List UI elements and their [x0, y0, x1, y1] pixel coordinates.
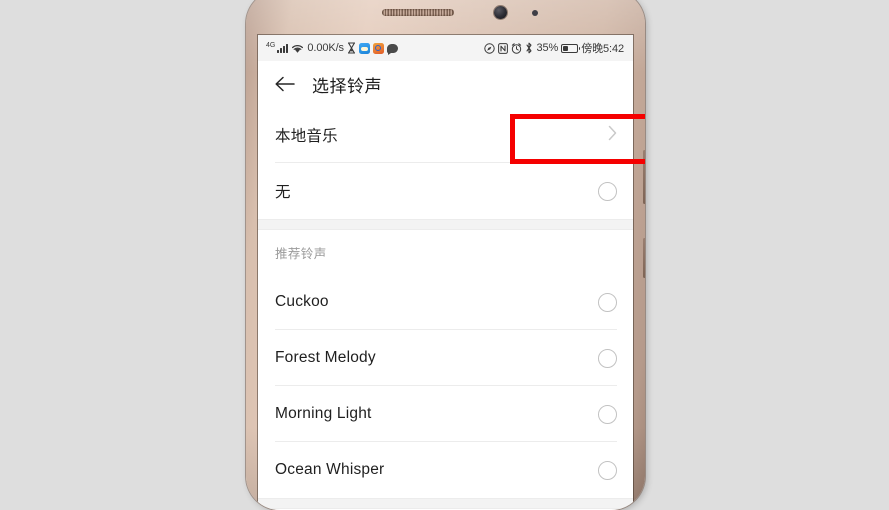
alarm-clock-icon: [511, 42, 522, 54]
section-header-recommended: 推荐铃声: [258, 230, 633, 274]
list-item-ringtone[interactable]: Morning Light: [258, 386, 633, 442]
ringtone-label: Morning Light: [275, 405, 372, 422]
battery-percent-label: 35%: [536, 42, 559, 54]
radio-button-ringtone[interactable]: [598, 460, 617, 480]
ringtone-label: Forest Melody: [275, 349, 376, 366]
bluetooth-icon: [525, 42, 533, 54]
none-option-label: 无: [275, 184, 291, 201]
title-bar: 选择铃声: [258, 61, 633, 107]
power-button[interactable]: [643, 238, 645, 278]
nfc-icon: [498, 42, 509, 54]
signal-bars-icon: [277, 43, 289, 53]
list-item-ringtone[interactable]: Cuckoo: [258, 274, 633, 330]
ringtone-label: Ocean Whisper: [275, 461, 385, 478]
list-item-none[interactable]: 无: [258, 163, 633, 219]
status-bar-right: 35% 傍晚5:42: [484, 40, 624, 56]
ringtone-label: Cuckoo: [275, 293, 329, 310]
weather-app-icon: [358, 42, 370, 54]
data-rate-label: 0.00K/s: [307, 42, 344, 54]
front-camera-icon: [493, 6, 507, 19]
radio-button-ringtone[interactable]: [598, 292, 617, 312]
network-type-label: 4G: [266, 41, 276, 49]
status-bar: 4G 0.00K/s 35% 傍晚5:42: [258, 35, 633, 61]
page-title: 选择铃声: [312, 76, 382, 96]
status-bar-left: 4G 0.00K/s: [266, 41, 398, 55]
hourglass-icon: [347, 42, 356, 54]
ringtone-list: 本地音乐 无 推荐铃声 Cuckoo Forest Melody Morning…: [258, 107, 633, 509]
message-bubble-icon: [386, 43, 398, 55]
wifi-icon: [291, 43, 304, 54]
list-item-ringtone[interactable]: Forest Melody: [258, 330, 633, 386]
proximity-sensor-icon: [531, 10, 538, 16]
phone-device: 4G 0.00K/s 35% 傍晚5:42 选择铃声 本地音乐 无 推荐铃声 C…: [246, 0, 645, 510]
radio-button-ringtone[interactable]: [598, 404, 617, 424]
location-icon: [484, 42, 496, 54]
radio-button-none[interactable]: [598, 181, 617, 201]
section-divider-band: [258, 219, 633, 230]
back-arrow-icon[interactable]: [272, 71, 298, 97]
phone-screen: 4G 0.00K/s 35% 傍晚5:42 选择铃声 本地音乐 无 推荐铃声 C…: [258, 35, 633, 510]
battery-icon: [561, 43, 581, 53]
battery-fill: [563, 45, 569, 51]
chevron-right-icon: [608, 125, 617, 146]
list-item-local-music[interactable]: 本地音乐: [258, 107, 633, 163]
clock-label: 傍晚5:42: [581, 43, 624, 55]
list-item-ringtone[interactable]: Ocean Whisper: [258, 442, 633, 498]
app-icon: [372, 42, 384, 54]
radio-button-ringtone[interactable]: [598, 348, 617, 368]
local-music-label: 本地音乐: [275, 128, 338, 145]
earpiece-speaker: [381, 9, 454, 16]
volume-button[interactable]: [643, 150, 645, 204]
